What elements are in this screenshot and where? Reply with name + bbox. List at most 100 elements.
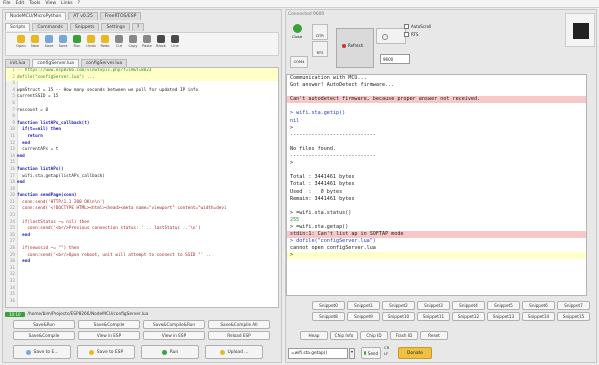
- action-button[interactable]: Snippet5: [487, 301, 520, 310]
- tab-section[interactable]: Commands: [32, 23, 68, 31]
- disconnect-box[interactable]: Refresh: [336, 28, 374, 68]
- menu-item[interactable]: File: [3, 1, 11, 6]
- code-editor[interactable]: 1 -- https://www.esp8266.com/viewtopic.ph…: [5, 67, 279, 308]
- rts-button[interactable]: RTS: [312, 41, 328, 57]
- refresh-label: Refresh: [348, 43, 364, 48]
- toolbar-button[interactable]: New: [28, 35, 42, 53]
- code-line: 36: [6, 298, 278, 306]
- action-button[interactable]: Snippet11: [417, 312, 450, 321]
- action-button[interactable]: Snippet6: [522, 301, 555, 310]
- code-line: 32: [6, 272, 278, 279]
- action-button[interactable]: Snippet0: [312, 301, 345, 310]
- action-button[interactable]: Chip ID: [360, 331, 388, 340]
- tab-file[interactable]: init.lua: [5, 59, 31, 67]
- line-number: 36: [9, 298, 15, 304]
- serial-console[interactable]: Communication with MCU... Got answer! Aut…: [286, 74, 587, 296]
- menu-item[interactable]: Edit: [16, 1, 25, 6]
- toolbar-label: Paste: [142, 44, 152, 48]
- action-button[interactable]: Reload ESP: [208, 331, 270, 340]
- menu-item[interactable]: Links: [61, 1, 73, 6]
- tab-firmware[interactable]: NodeMCU/MicroPython: [5, 12, 67, 20]
- toolbar-button[interactable]: Save: [42, 35, 56, 53]
- menu-item[interactable]: ?: [78, 1, 80, 6]
- open-close-label: Close: [291, 34, 303, 39]
- tab-section[interactable]: ?: [131, 23, 145, 31]
- action-button[interactable]: Upload ...: [205, 345, 263, 359]
- port-selector[interactable]: COM4: [290, 56, 308, 68]
- rts-check-label: RTS: [411, 32, 419, 37]
- tab-section[interactable]: Settings: [101, 23, 130, 31]
- code-text: function listAPs_callback(t): [17, 120, 90, 126]
- code-text: if(t==nil) then: [17, 127, 61, 133]
- action-button[interactable]: Save&Run: [13, 320, 75, 329]
- action-button[interactable]: Snippet15: [557, 312, 590, 321]
- rts-checkbox[interactable]: RTS: [404, 32, 418, 37]
- command-input[interactable]: =wifi.sta.getap(): [288, 348, 348, 359]
- action-button[interactable]: Save&Compile: [78, 320, 140, 329]
- code-text: end: [17, 180, 25, 186]
- action-button[interactable]: Save&Compile All: [208, 320, 270, 329]
- dtr-button[interactable]: DTR: [312, 24, 328, 40]
- action-button[interactable]: Snippet7: [557, 301, 590, 310]
- tab-section[interactable]: Scripts: [5, 23, 31, 31]
- command-history-dropdown[interactable]: ▾: [349, 348, 355, 359]
- action-button[interactable]: Reset: [420, 331, 448, 340]
- donate-button[interactable]: Donate: [398, 347, 432, 359]
- action-button[interactable]: Snippet10: [382, 312, 415, 321]
- toolbar-button[interactable]: Line: [168, 35, 182, 53]
- action-button[interactable]: Save&Compile: [13, 331, 75, 340]
- toolbar-icon: [17, 35, 25, 43]
- action-button[interactable]: Snippet12: [452, 312, 485, 321]
- console-line: No files found.: [290, 145, 337, 152]
- view-buttons-row: Save&Compile View in ESP View in ESP Reload…: [13, 331, 273, 340]
- menu-bar: File Edit Tools View Links?: [0, 0, 599, 8]
- action-button[interactable]: Snippet3: [417, 301, 450, 310]
- action-button[interactable]: Snippet1: [347, 301, 380, 310]
- toolbar-button[interactable]: Open: [14, 35, 28, 53]
- action-button[interactable]: Chip Info: [330, 331, 358, 340]
- tab-file[interactable]: configServer.lua: [32, 59, 79, 67]
- autoscroll-checkbox[interactable]: AutoScroll: [404, 24, 431, 29]
- send-button[interactable]: Send: [361, 347, 381, 359]
- action-button[interactable]: Heap: [300, 331, 328, 340]
- tab-section[interactable]: Snippets: [69, 23, 100, 31]
- action-button[interactable]: Snippet14: [522, 312, 555, 321]
- code-text: function sendPage(conn): [17, 193, 77, 199]
- tab-file[interactable]: configServer.lua: [80, 59, 128, 67]
- action-button[interactable]: Flash ID: [390, 331, 418, 340]
- toolbar-button[interactable]: Paste: [140, 35, 154, 53]
- code-line: 8: [6, 114, 278, 121]
- action-button[interactable]: Snippet4: [452, 301, 485, 310]
- action-button[interactable]: Snippet13: [487, 312, 520, 321]
- action-button[interactable]: Snippet9: [347, 312, 380, 321]
- toolbar-button[interactable]: Redo: [98, 35, 112, 53]
- lf-option[interactable]: LF: [384, 351, 389, 357]
- action-button[interactable]: Save&Compile&Run: [143, 320, 205, 329]
- toolbar-button[interactable]: Block: [154, 35, 168, 53]
- action-button[interactable]: Save to E...: [13, 345, 71, 359]
- line-number: 15: [9, 160, 15, 166]
- toolbar-button[interactable]: Run: [70, 35, 84, 53]
- action-button[interactable]: Snippet2: [382, 301, 415, 310]
- tab-firmware[interactable]: AT v0.25: [68, 12, 98, 20]
- action-button[interactable]: Snippet8: [312, 312, 345, 321]
- line-ending-options[interactable]: CR LF: [384, 345, 389, 357]
- action-button[interactable]: View in ESP: [143, 331, 205, 340]
- baud-select[interactable]: 9600: [380, 54, 410, 64]
- action-button[interactable]: Run: [141, 345, 199, 359]
- console-line: Got answer! AutoDetect firmware...: [290, 82, 395, 89]
- code-text: conn:send('<br/>Previous connection stat…: [17, 226, 201, 232]
- menu-item[interactable]: Tools: [29, 1, 40, 6]
- code-line: 23: [6, 213, 278, 220]
- tab-firmware[interactable]: FreeRTOS/ESP: [99, 12, 142, 20]
- toolbar-button[interactable]: Undo: [84, 35, 98, 53]
- toolbar-button[interactable]: Copy: [126, 35, 140, 53]
- menu-item[interactable]: View: [45, 1, 56, 6]
- action-button[interactable]: Save to ESP: [77, 345, 135, 359]
- toolbar-button[interactable]: Save: [56, 35, 70, 53]
- radio-icon[interactable]: [382, 34, 388, 40]
- line-number: 35: [9, 292, 15, 298]
- action-button[interactable]: View in ESP: [78, 331, 140, 340]
- open-close-button[interactable]: Close: [290, 24, 304, 54]
- toolbar-button[interactable]: Cut: [112, 35, 126, 53]
